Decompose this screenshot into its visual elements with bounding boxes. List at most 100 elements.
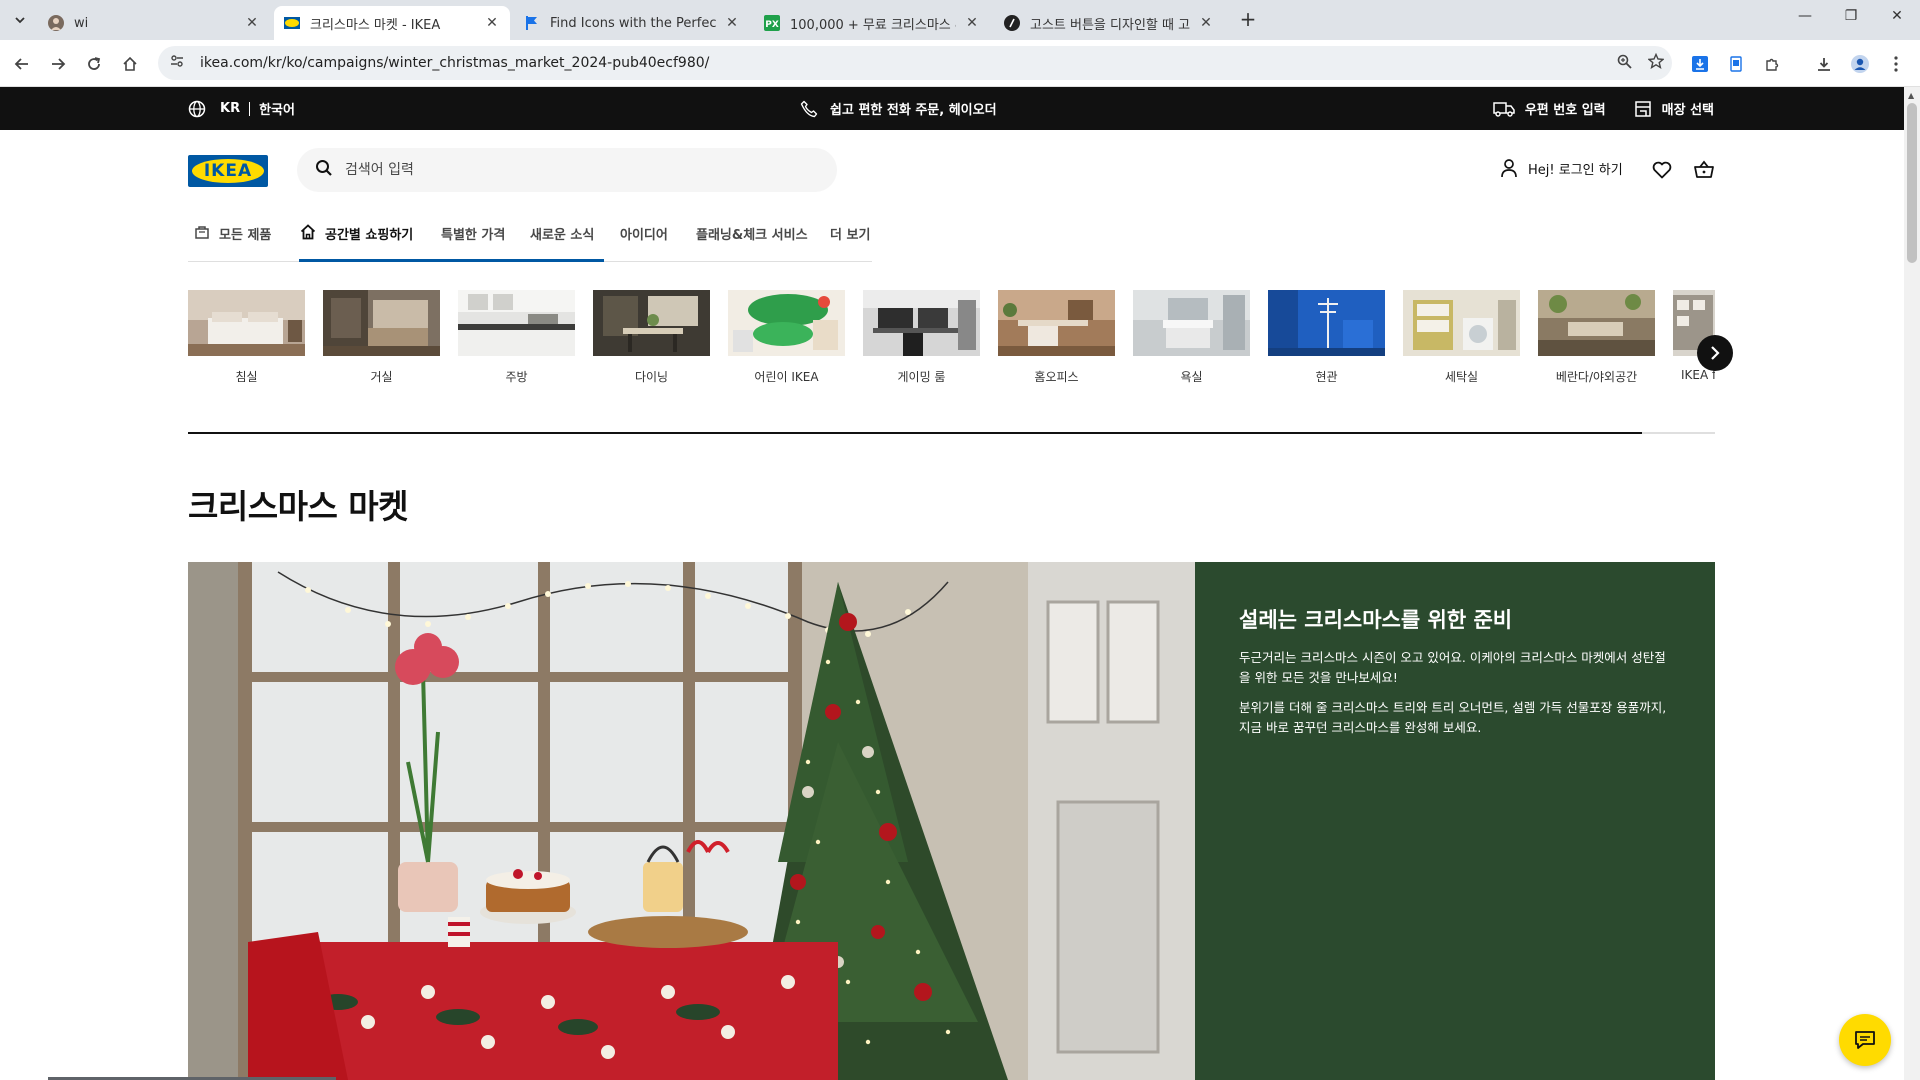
active-tab-indicator [299, 259, 604, 262]
browser-tab-5[interactable]: 고스트 버튼을 디자인할 때 고 ✕ [994, 6, 1224, 40]
room-carousel: 침실 거실 주방 다이닝 어린이 IKEA 게이밍 룸 홈오피스 욕실 현관 세… [188, 290, 1715, 390]
chat-support-button[interactable] [1839, 1014, 1891, 1066]
nav-whats-new[interactable]: 새로운 소식 [530, 224, 594, 261]
room-label: 거실 [370, 370, 393, 384]
room-card-home-office[interactable]: 홈오피스 [998, 290, 1115, 385]
room-card-living-room[interactable]: 거실 [323, 290, 440, 385]
carousel-next-button[interactable] [1697, 335, 1733, 371]
tab-title: Find Icons with the Perfect Lo [550, 15, 716, 31]
restore-window-icon[interactable]: ❐ [1828, 8, 1874, 32]
phone-order-link[interactable]: 쉽고 편한 전화 주문, 헤이오더 [800, 99, 997, 118]
bookmark-star-icon[interactable] [1640, 52, 1672, 73]
minimize-window-icon[interactable]: — [1782, 8, 1828, 32]
tab-search-dropdown-icon[interactable] [6, 8, 34, 32]
room-label: 욕실 [1180, 370, 1203, 384]
profile-avatar-icon[interactable] [1848, 52, 1872, 76]
room-card-bedroom[interactable]: 침실 [188, 290, 305, 385]
browser-toolbar: ikea.com/kr/ko/campaigns/winter_christma… [0, 40, 1920, 87]
close-tab-icon[interactable]: ✕ [964, 15, 980, 31]
postal-code-label: 우편 번호 입력 [1524, 103, 1606, 118]
room-card-dining[interactable]: 다이닝 [593, 290, 710, 385]
room-card-laundry[interactable]: 세탁실 [1403, 290, 1520, 385]
close-tab-icon[interactable]: ✕ [724, 15, 740, 31]
room-card-kitchen[interactable]: 주방 [458, 290, 575, 385]
login-label: Hej! 로그인 하기 [1528, 162, 1623, 178]
document-extension-icon[interactable] [1724, 52, 1748, 76]
forward-icon[interactable] [44, 50, 72, 78]
svg-text:PX: PX [765, 20, 779, 30]
browser-tab-3[interactable]: Find Icons with the Perfect Lo ✕ [514, 6, 750, 40]
url-text[interactable]: ikea.com/kr/ko/campaigns/winter_christma… [200, 55, 1608, 71]
new-tab-button[interactable]: + [1234, 8, 1262, 32]
shopping-basket-icon[interactable] [1692, 158, 1716, 182]
nav-more[interactable]: 더 보기 [830, 224, 870, 261]
tab-title: wi [74, 15, 89, 31]
back-icon[interactable] [8, 50, 36, 78]
carousel-scrollbar[interactable] [188, 432, 1715, 434]
ikea-logo[interactable]: IKEA [188, 155, 268, 187]
room-thumbnail [323, 290, 440, 356]
search-input[interactable] [345, 162, 815, 178]
room-card-entrance[interactable]: 현관 [1268, 290, 1385, 385]
nav-label: 더 보기 [830, 228, 871, 243]
login-button[interactable]: Hej! 로그인 하기 [1500, 158, 1623, 178]
px-favicon-icon: PX [764, 15, 780, 31]
nav-ideas[interactable]: 아이디어 [620, 224, 668, 261]
site-info-icon[interactable] [170, 54, 188, 72]
nav-all-products[interactable]: 모든 제품 [194, 224, 271, 261]
address-bar[interactable]: ikea.com/kr/ko/campaigns/winter_christma… [158, 46, 1672, 80]
room-label: 어린이 IKEA [754, 370, 819, 384]
room-thumbnail [593, 290, 710, 356]
room-card-kids[interactable]: 어린이 IKEA [728, 290, 845, 385]
postal-code-button[interactable]: 우편 번호 입력 [1493, 99, 1606, 118]
nav-special-prices[interactable]: 특별한 가격 [441, 224, 505, 261]
slash-favicon-icon [1004, 15, 1020, 31]
home-icon[interactable] [116, 50, 144, 78]
page-title: 크리스마스 마켓 [188, 487, 409, 526]
nav-label: 특별한 가격 [441, 228, 506, 243]
room-label: 다이닝 [634, 370, 669, 384]
zoom-icon[interactable] [1608, 54, 1640, 73]
reload-icon[interactable] [80, 50, 108, 78]
store-select-button[interactable]: 매장 선택 [1634, 99, 1714, 118]
room-label: 침실 [235, 370, 258, 384]
close-tab-icon[interactable]: ✕ [1198, 15, 1214, 31]
room-label: 게이밍 룸 [897, 370, 946, 384]
room-card-bathroom[interactable]: 욕실 [1133, 290, 1250, 385]
hero-paragraph-1: 두근거리는 크리스마스 시즌이 오고 있어요. 이케아의 크리스마스 마켓에서 … [1239, 650, 1666, 685]
language-selector[interactable]: KR 한국어 [188, 99, 295, 118]
download-extension-icon[interactable] [1688, 52, 1712, 76]
browser-tab-4[interactable]: PX 100,000 + 무료 크리스마스 & ✕ [754, 6, 990, 40]
browser-menu-icon[interactable] [1884, 52, 1908, 76]
extensions-puzzle-icon[interactable] [1760, 52, 1784, 76]
close-window-icon[interactable]: ✕ [1874, 8, 1920, 32]
wishlist-heart-icon[interactable] [1650, 158, 1674, 182]
hero-paragraph-2: 분위기를 더해 줄 크리스마스 트리와 트리 오너먼트, 설렘 가득 선물포장 … [1239, 700, 1667, 735]
delivery-truck-icon [1493, 101, 1515, 117]
page-scrollbar[interactable]: ▲ [1904, 87, 1920, 1080]
hero-banner[interactable]: 설레는 크리스마스를 위한 준비 두근거리는 크리스마스 시즌이 오고 있어요.… [188, 562, 1715, 1080]
nav-planning-services[interactable]: 플래닝&체크 서비스 [696, 224, 808, 261]
avatar-favicon-icon [48, 15, 64, 31]
nav-label: 공간별 쇼핑하기 [325, 228, 414, 243]
chevron-right-icon [1709, 346, 1721, 360]
close-tab-icon[interactable]: ✕ [244, 15, 260, 31]
browser-tab-1[interactable]: wi ✕ [38, 6, 270, 40]
main-navigation: 모든 제품 공간별 쇼핑하기 특별한 가격 새로운 소식 아이디어 플래닝&체크… [188, 222, 872, 262]
room-thumbnail [1268, 290, 1385, 356]
scroll-up-arrow-icon[interactable]: ▲ [1908, 91, 1914, 100]
close-tab-icon[interactable]: ✕ [484, 15, 500, 31]
divider [249, 101, 251, 116]
page-scroll-thumb[interactable] [1907, 103, 1917, 263]
downloads-icon[interactable] [1812, 52, 1836, 76]
carousel-scroll-thumb[interactable] [188, 432, 1642, 434]
room-card-gaming[interactable]: 게이밍 룸 [863, 290, 980, 385]
nav-label: 아이디어 [620, 228, 668, 243]
browser-tab-2[interactable]: 크리스마스 마켓 - IKEA ✕ [274, 6, 510, 40]
room-card-balcony-outdoor[interactable]: 베란다/야외공간 [1538, 290, 1655, 385]
nav-label: 새로운 소식 [530, 228, 595, 243]
room-thumbnail [1133, 290, 1250, 356]
user-icon [1500, 158, 1518, 178]
search-bar[interactable] [297, 148, 837, 192]
nav-shop-by-room[interactable]: 공간별 쇼핑하기 [300, 224, 413, 261]
